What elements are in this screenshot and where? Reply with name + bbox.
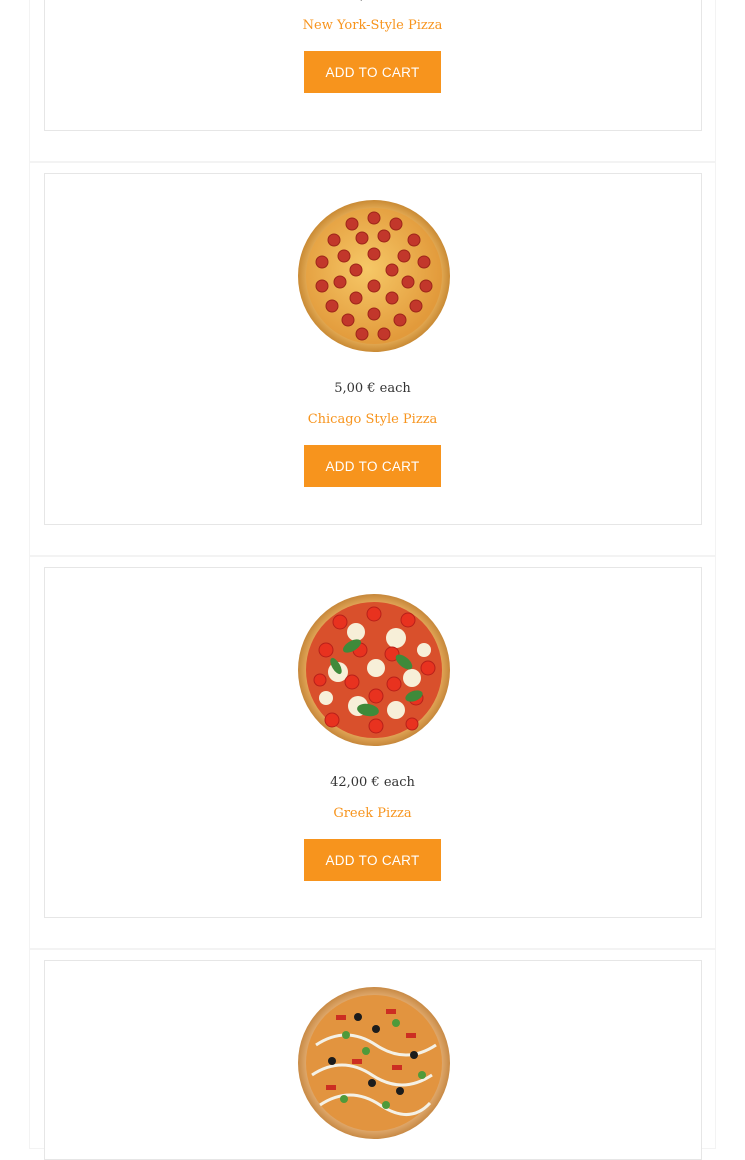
product-name-link[interactable]: New York-Style Pizza (0, 17, 745, 35)
margherita-pizza-image[interactable] (296, 592, 452, 748)
product-price: 42,00 € each (330, 775, 415, 790)
add-to-cart-button[interactable]: ADD TO CART (304, 445, 441, 487)
product-name-link[interactable]: Chicago Style Pizza (0, 411, 745, 429)
product-price: 5,00 € (0, 0, 745, 5)
product-name-link[interactable]: Greek Pizza (0, 805, 745, 823)
product-price: 5,00 € each (334, 381, 411, 396)
add-to-cart-button[interactable]: ADD TO CART (304, 51, 441, 93)
add-to-cart-button[interactable]: ADD TO CART (304, 839, 441, 881)
veggie-pizza-image[interactable] (296, 985, 452, 1141)
pepperoni-pizza-image[interactable] (296, 198, 452, 354)
